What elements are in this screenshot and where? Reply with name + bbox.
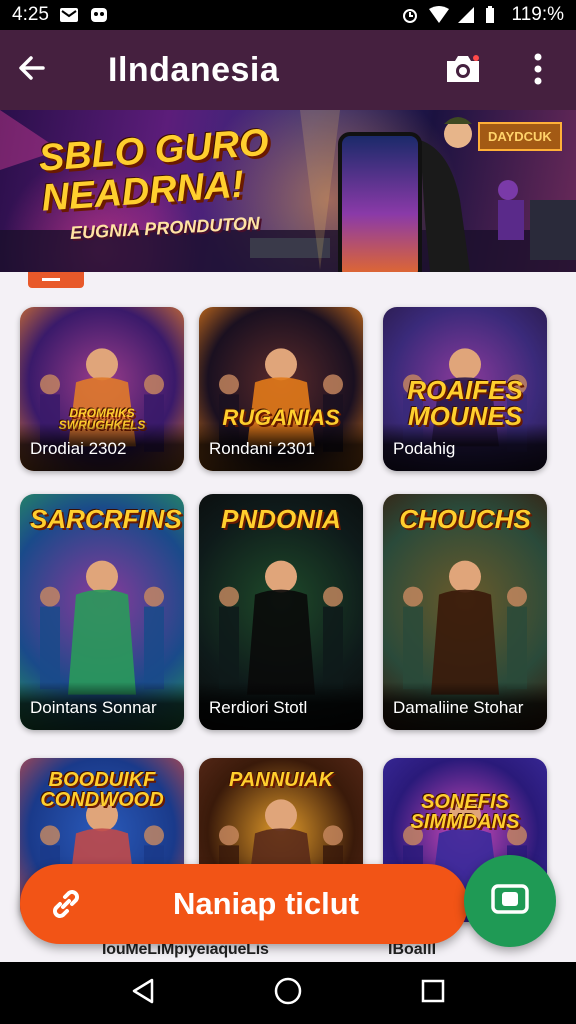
game-card[interactable]: PNDONIA Rerdiori Stotl	[199, 494, 363, 730]
card-logo-text: SONEFIS SIMMDANS	[410, 791, 520, 833]
app-notification-icon	[89, 6, 109, 24]
page-title: Ilndanesia	[108, 50, 280, 89]
battery-icon	[484, 6, 504, 24]
game-card[interactable]: SARCRFINS Dointans Sonnar	[20, 494, 184, 730]
card-title: Dointans Sonnar	[20, 682, 184, 730]
camera-icon	[443, 51, 483, 92]
alarm-icon	[400, 6, 420, 24]
promo-banner[interactable]: SBLO GURO NEADRNA! EUGNIA PRONDUTON DAYD…	[0, 110, 576, 272]
card-logo-text: PNDONIA	[221, 504, 341, 534]
circle-home-icon	[273, 976, 303, 1011]
banner-tag: DAYDCUK	[478, 122, 562, 151]
wifi-icon	[428, 6, 449, 24]
app-bar: Ilndanesia	[0, 30, 576, 110]
nav-recents-button[interactable]	[403, 963, 463, 1023]
nav-home-button[interactable]	[258, 963, 318, 1023]
arrow-left-icon	[15, 51, 49, 90]
more-vert-icon	[533, 53, 543, 90]
primary-action-button[interactable]: Naniap ticlut	[20, 864, 468, 944]
card-title: Drodiai 2302	[20, 423, 184, 471]
system-nav-bar	[0, 962, 576, 1024]
card-logo-text: PANNUIAK	[228, 769, 334, 791]
screenshot-icon	[490, 881, 530, 922]
email-notification-icon	[59, 6, 79, 24]
back-button[interactable]	[0, 30, 64, 110]
game-card[interactable]: CHOUCHS Damaliine Stohar	[383, 494, 547, 730]
card-logo-text: CHOUCHS	[399, 504, 531, 534]
more-options-button[interactable]	[518, 48, 558, 94]
card-logo-text: BOODUIKF CONDWOOD	[40, 769, 164, 811]
status-bar: 4:25 119:%	[0, 0, 576, 30]
primary-action-label: Naniap ticlut	[172, 886, 359, 921]
card-title: Rondani 2301	[199, 423, 363, 471]
game-card[interactable]: ROAIFES MOUNES Podahig	[383, 307, 547, 471]
app-screen: 4:25 119:% Ilndanesia SBLO GURO NEADRNA!…	[0, 0, 576, 1024]
card-title: Damaliine Stohar	[383, 682, 547, 730]
triangle-back-icon	[130, 977, 156, 1010]
card-title: Podahig	[383, 423, 547, 471]
square-recents-icon	[420, 978, 446, 1009]
card-logo-text: SARCRFINS	[30, 504, 182, 534]
card-logo-text: ROAIFES MOUNES	[407, 375, 523, 431]
game-card[interactable]: DROMRIKS SWRUGHKELSDrodiai 2302	[20, 307, 184, 471]
camera-button[interactable]	[440, 48, 486, 94]
nav-back-button[interactable]	[113, 963, 173, 1023]
category-tab[interactable]	[28, 272, 84, 288]
banner-phone-art	[338, 132, 422, 272]
status-time: 4:25	[12, 4, 49, 25]
card-title: Rerdiori Stotl	[199, 682, 363, 730]
signal-icon	[456, 6, 476, 24]
game-card[interactable]: RUGANIAS Rondani 2301	[199, 307, 363, 471]
battery-level: 119:%	[511, 4, 564, 25]
screenshot-fab[interactable]	[464, 855, 556, 947]
